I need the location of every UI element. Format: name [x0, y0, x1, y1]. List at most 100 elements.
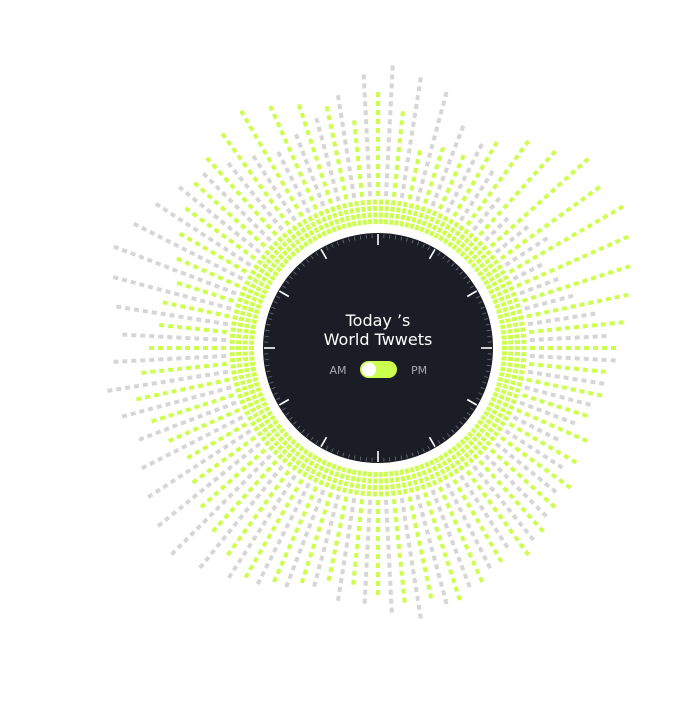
ring-segment [252, 277, 259, 284]
bar-segment [406, 148, 412, 154]
bar-segment [463, 543, 470, 550]
bar-segment [237, 434, 245, 441]
ring-segment [412, 479, 419, 486]
radial-bar [122, 332, 227, 342]
ring-segment [473, 423, 481, 430]
bar-segment [459, 535, 466, 542]
bar-segment [503, 542, 510, 549]
bar-segment [290, 154, 297, 161]
bar-segment [459, 474, 466, 481]
bar-segment [176, 256, 183, 263]
bar-segment [275, 568, 282, 575]
bar-segment [336, 94, 341, 101]
bar-segment [573, 256, 580, 263]
bar-segment [249, 499, 256, 507]
ring-segment [326, 228, 332, 235]
ring-segment [503, 378, 510, 384]
bar-segment [236, 154, 243, 161]
ring-segment [502, 274, 510, 281]
bar-segment [219, 395, 226, 402]
bar-segment [266, 512, 273, 519]
bar-segment [308, 551, 314, 558]
bar-segment [404, 524, 409, 531]
bar-segment [492, 183, 499, 190]
ring-segment [236, 363, 243, 368]
ring-segment [259, 396, 266, 403]
ring-segment [416, 471, 422, 478]
bar-segment [556, 404, 563, 410]
ring-segment [500, 389, 507, 395]
bar-segment [518, 146, 525, 154]
ring-segment [324, 481, 330, 488]
bar-segment [558, 478, 565, 485]
bar-segment [205, 207, 213, 215]
bar-segment [430, 489, 437, 496]
ring-segment [494, 303, 501, 310]
bar-segment [524, 431, 531, 438]
ring-segment [516, 309, 523, 315]
ring-segment [360, 490, 365, 496]
bar-segment [418, 613, 423, 619]
bar-segment [502, 520, 509, 528]
ring-segment [475, 257, 482, 265]
bar-segment [521, 451, 529, 458]
bar-segment [169, 478, 177, 485]
bar-segment [600, 369, 606, 374]
bar-segment [484, 454, 491, 461]
bar-segment [415, 494, 421, 501]
ring-segment [421, 220, 428, 227]
bar-segment [341, 130, 347, 136]
bar-segment [478, 229, 485, 237]
ring-segment [328, 469, 335, 476]
bar-segment [408, 139, 413, 145]
bar-segment [300, 199, 307, 206]
bar-segment [239, 223, 247, 230]
toggle-knob[interactable] [362, 362, 376, 377]
bar-segment [261, 540, 268, 548]
ring-segment [484, 431, 491, 438]
ring-segment [246, 274, 254, 281]
bar-segment [564, 365, 571, 371]
ring-segment [272, 449, 280, 456]
bar-segment [185, 283, 192, 290]
ring-segment [231, 369, 237, 375]
ring-segment [433, 232, 440, 240]
bar-segment [252, 466, 260, 474]
bar-segment [241, 493, 248, 500]
ring-segment [246, 415, 254, 422]
bar-segment [587, 190, 594, 197]
bar-segment [334, 540, 339, 546]
bar-segment [324, 189, 331, 196]
ring-segment [253, 291, 260, 297]
bar-segment [527, 246, 534, 253]
ring-segment [258, 267, 266, 274]
bar-segment [310, 543, 317, 550]
bar-segment [564, 325, 571, 331]
bar-segment [319, 134, 325, 141]
bar-segment [180, 304, 186, 309]
bar-segment [191, 394, 197, 400]
bar-segment [452, 478, 459, 485]
ring-segment [428, 459, 435, 466]
ring-segment [419, 463, 425, 470]
bar-segment [265, 454, 272, 461]
ring-segment [294, 442, 301, 449]
am-pm-toggle[interactable] [360, 361, 397, 378]
bar-segment [207, 236, 214, 243]
ring-segment [243, 329, 249, 334]
ring-segment [361, 484, 366, 490]
bar-segment [445, 187, 452, 194]
bar-segment [205, 431, 212, 438]
bar-segment [198, 202, 206, 209]
bar-segment [496, 209, 503, 217]
ring-segment [463, 237, 471, 244]
bar-segment [208, 390, 215, 396]
bar-segment [438, 108, 444, 115]
bar-segment [233, 407, 240, 414]
ring-segment [510, 291, 517, 298]
bar-segment [445, 502, 452, 509]
bar-segment [215, 311, 221, 317]
bar-segment [225, 411, 232, 418]
ring-segment [250, 366, 257, 372]
bar-segment [476, 484, 483, 491]
